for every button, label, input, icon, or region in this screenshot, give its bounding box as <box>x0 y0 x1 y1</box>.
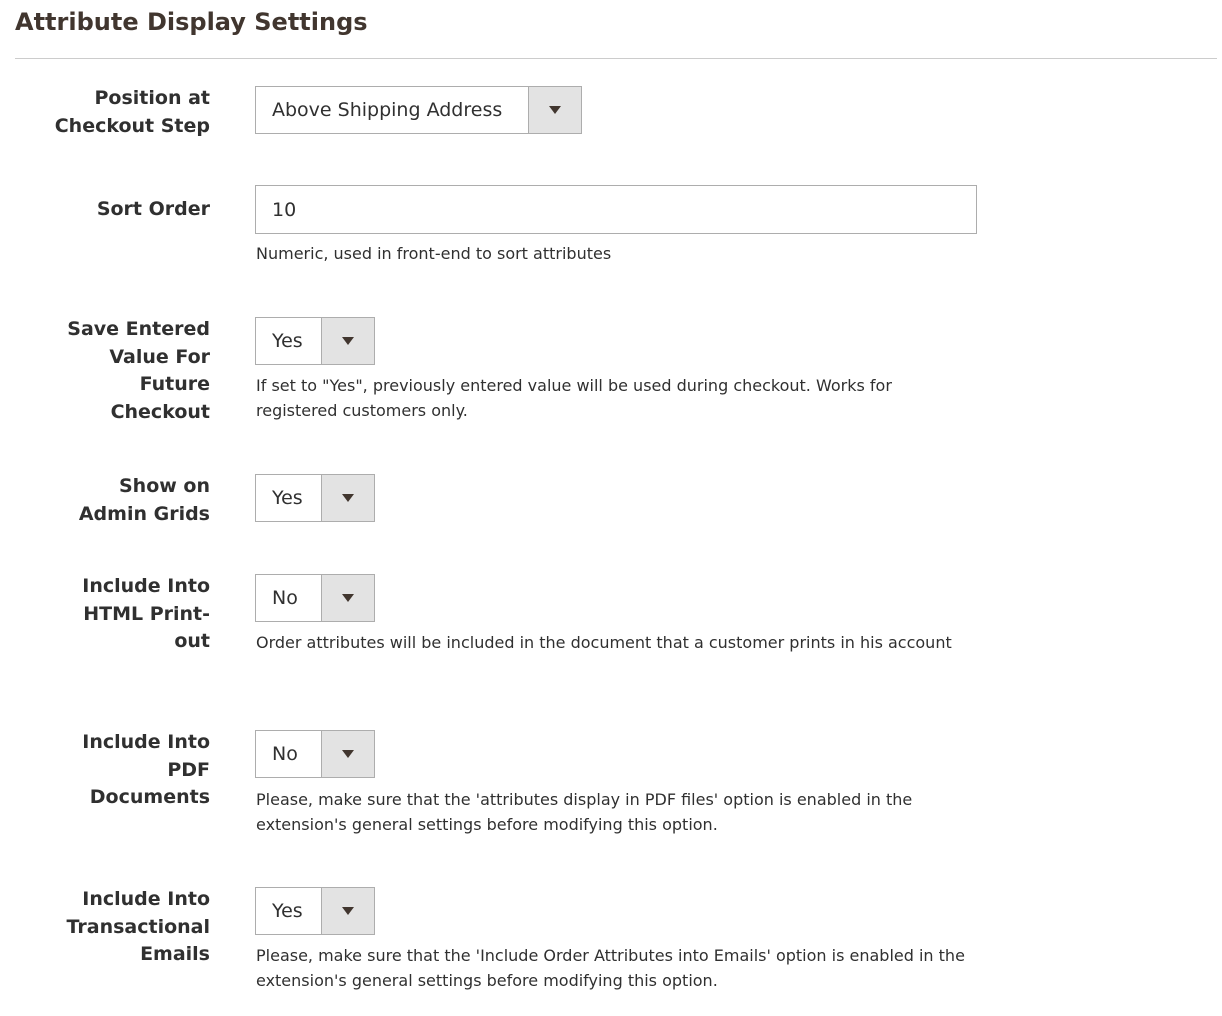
attribute-display-settings-page: Attribute Display Settings Position at C… <box>0 0 1222 1016</box>
transactional-emails-note: Please, make sure that the 'Include Orde… <box>256 946 965 990</box>
pdf-documents-label: Include Into PDF Documents <box>82 731 210 808</box>
html-print-label: Include Into HTML Print-out <box>82 575 210 652</box>
section-title: Attribute Display Settings <box>15 8 368 36</box>
position-label: Position at Checkout Step <box>54 87 210 137</box>
pdf-documents-select[interactable]: No <box>255 730 375 778</box>
chevron-down-icon[interactable] <box>321 475 374 521</box>
transactional-emails-select[interactable]: Yes <box>255 887 375 935</box>
save-value-select-value: Yes <box>272 330 303 352</box>
position-select-value: Above Shipping Address <box>272 99 503 121</box>
pdf-documents-note: Please, make sure that the 'attributes d… <box>256 790 913 834</box>
chevron-down-icon[interactable] <box>321 318 374 364</box>
chevron-down-icon[interactable] <box>321 888 374 934</box>
html-print-note: Order attributes will be included in the… <box>256 633 952 652</box>
save-value-select[interactable]: Yes <box>255 317 375 365</box>
chevron-down-icon[interactable] <box>321 731 374 777</box>
transactional-emails-label: Include Into Transactional Emails <box>66 888 211 965</box>
html-print-select[interactable]: No <box>255 574 375 622</box>
pdf-documents-select-value: No <box>272 743 298 765</box>
save-value-note: If set to "Yes", previously entered valu… <box>256 376 892 420</box>
show-admin-grids-label: Show on Admin Grids <box>78 475 210 525</box>
chevron-down-icon[interactable] <box>528 87 581 133</box>
transactional-emails-select-value: Yes <box>272 900 303 922</box>
sort-order-label: Sort Order <box>96 198 210 220</box>
show-admin-grids-select[interactable]: Yes <box>255 474 375 522</box>
chevron-down-icon[interactable] <box>321 575 374 621</box>
sort-order-note: Numeric, used in front-end to sort attri… <box>256 244 612 263</box>
save-value-label: Save Entered Value For Future Checkout <box>67 318 210 423</box>
position-select[interactable]: Above Shipping Address <box>255 86 582 134</box>
sort-order-input[interactable] <box>255 185 977 234</box>
html-print-select-value: No <box>272 587 298 609</box>
show-admin-grids-select-value: Yes <box>272 487 303 509</box>
section-divider <box>15 58 1217 59</box>
